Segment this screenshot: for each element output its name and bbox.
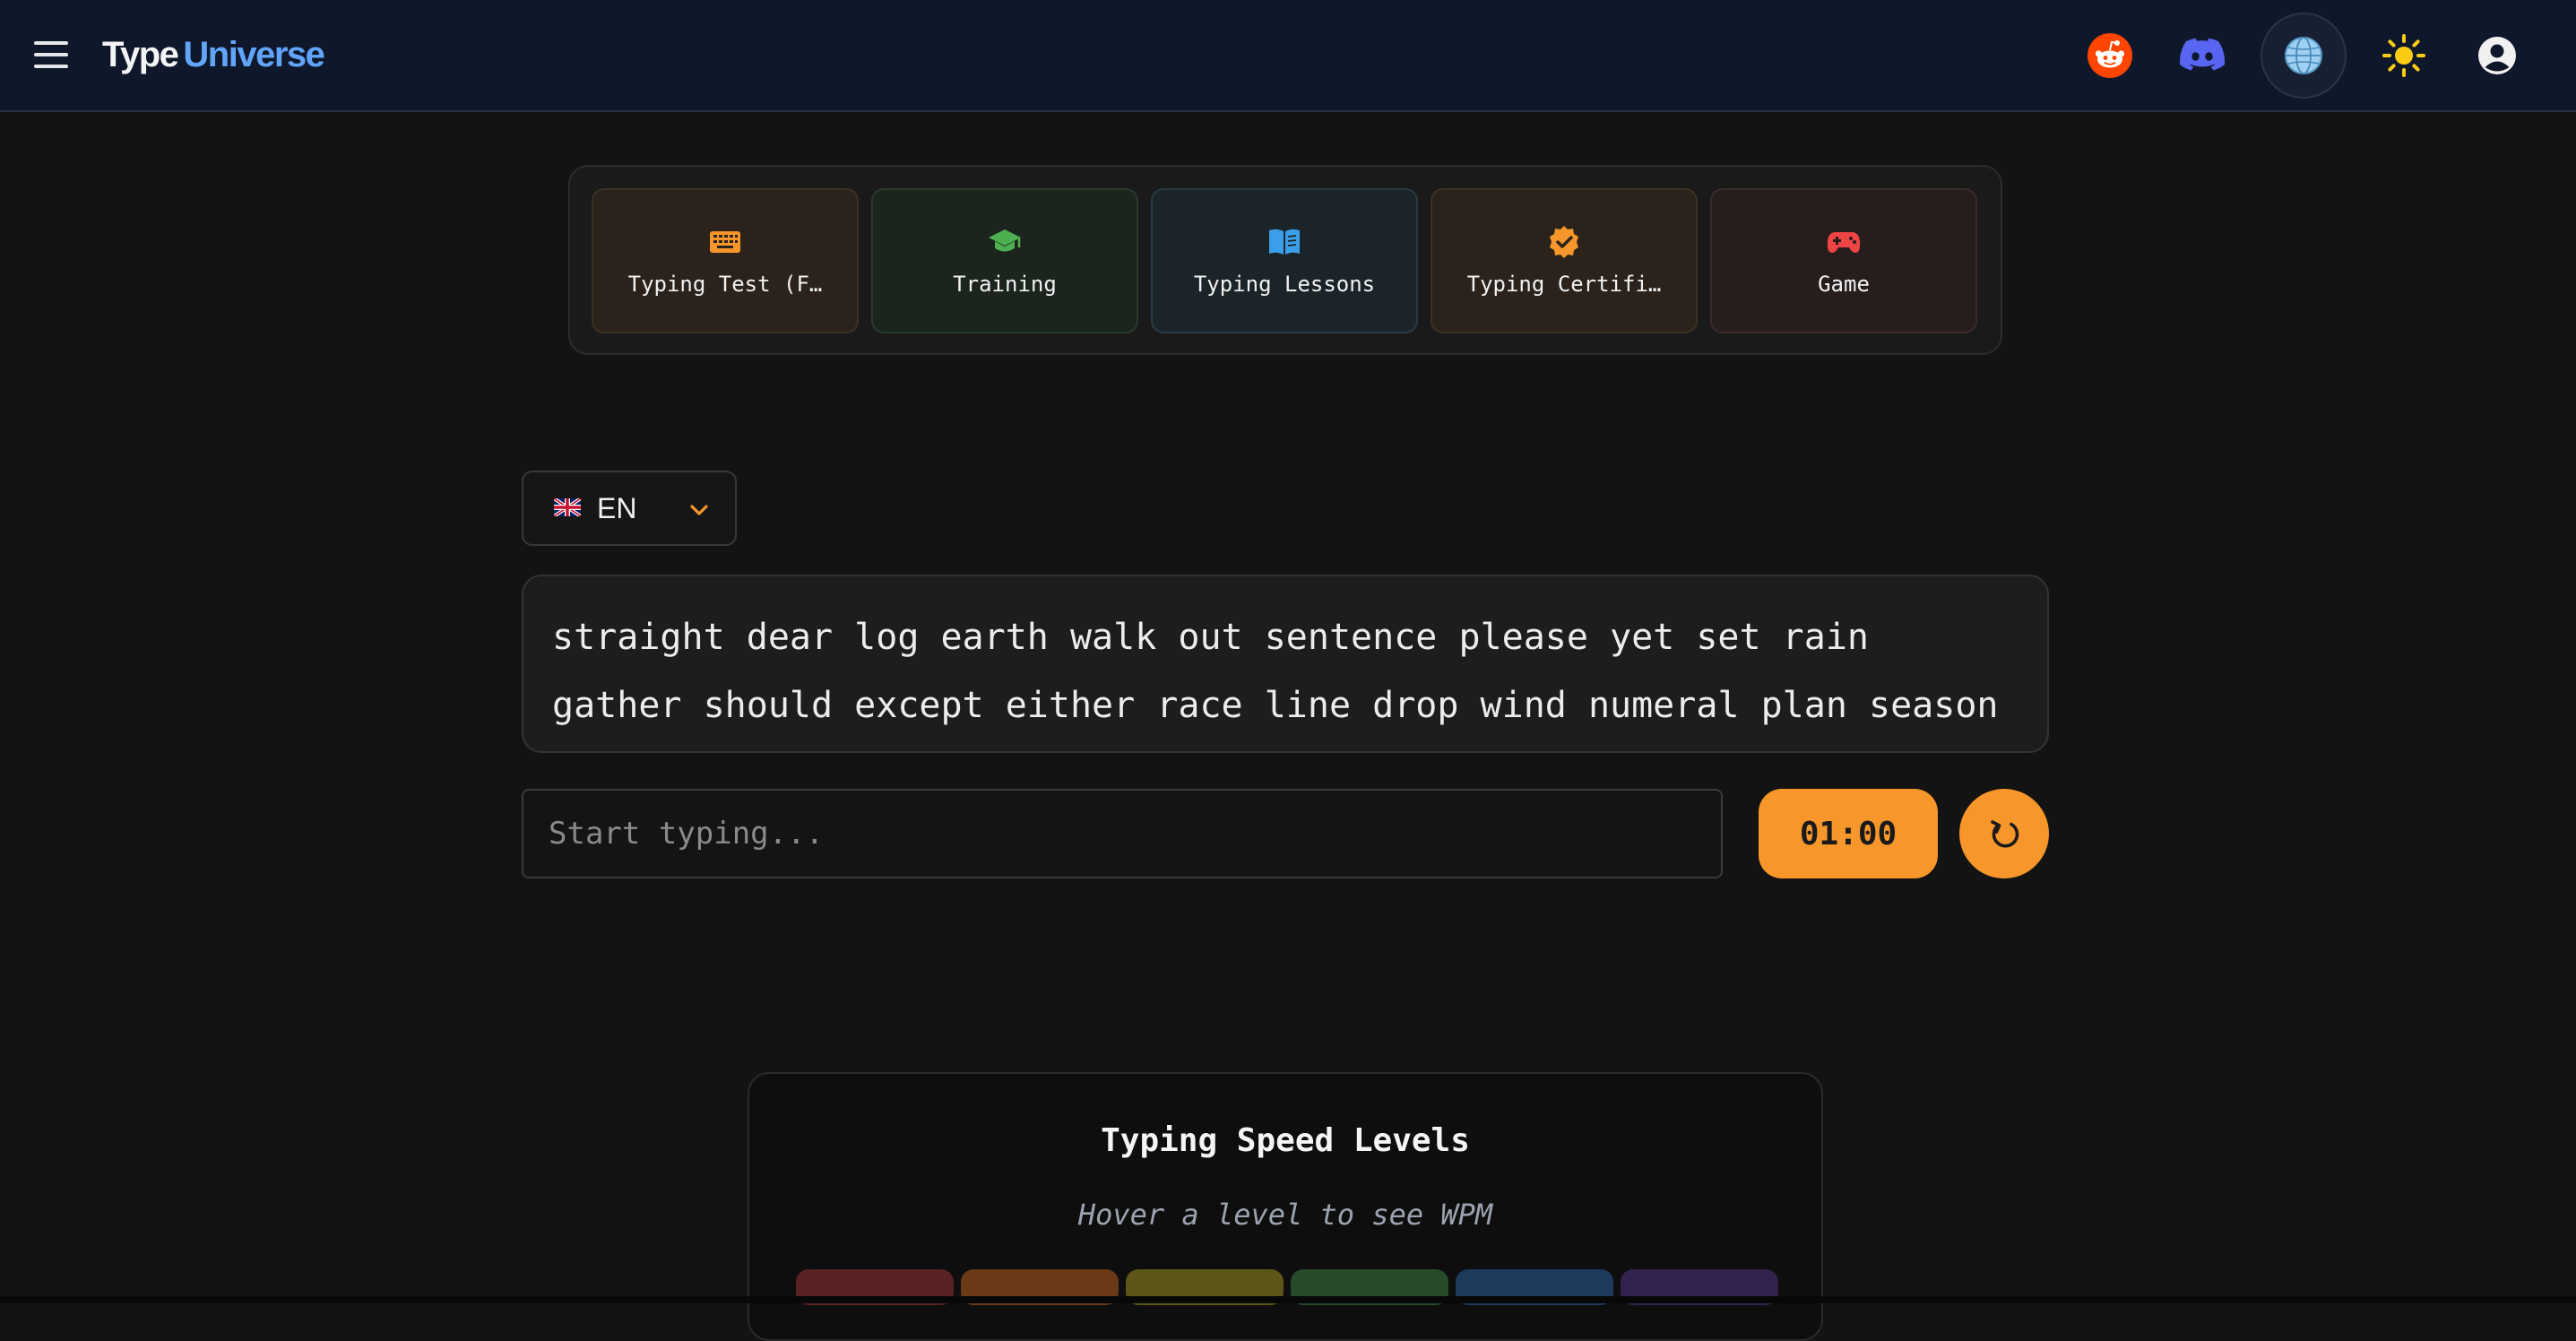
tab-typing-certificate[interactable]: Typing Certifi… <box>1431 188 1698 333</box>
language-globe-button[interactable] <box>2260 13 2347 99</box>
speed-levels-hint: Hover a level to see WPM <box>1077 1198 1493 1232</box>
theme-toggle-button[interactable] <box>2375 27 2433 84</box>
graduation-cap-icon <box>988 225 1022 259</box>
reddit-icon <box>2088 33 2132 78</box>
chevron-down-icon <box>690 505 708 515</box>
tab-label: Game <box>1818 272 1870 297</box>
globe-icon <box>2285 37 2322 74</box>
user-icon <box>2478 37 2516 74</box>
restart-icon <box>1991 820 2019 848</box>
speed-levels-title: Typing Speed Levels <box>1101 1122 1470 1159</box>
words-display: straight dear log earth walk out sentenc… <box>522 575 2049 753</box>
account-button[interactable] <box>2468 27 2526 84</box>
gamepad-icon <box>1827 225 1861 259</box>
sun-icon <box>2382 34 2425 77</box>
logo-text-type: Type <box>102 35 179 74</box>
words-line-1: straight dear log earth walk out sentenc… <box>552 617 1870 658</box>
menu-icon[interactable] <box>34 41 68 68</box>
tab-typing-test[interactable]: Typing Test (F… <box>592 188 859 333</box>
tab-training[interactable]: Training <box>871 188 1138 333</box>
bottom-edge <box>0 1296 2576 1303</box>
discord-icon <box>2180 38 2226 71</box>
language-code: EN <box>597 492 637 524</box>
keyboard-icon <box>708 225 742 259</box>
tab-label: Typing Test (F… <box>627 272 823 297</box>
book-icon <box>1267 225 1301 259</box>
site-logo[interactable]: Type Universe <box>102 32 325 77</box>
restart-button[interactable] <box>1959 789 2049 878</box>
tab-game[interactable]: Game <box>1710 188 1977 333</box>
language-select[interactable]: EN <box>522 471 737 546</box>
logo-text-universe: Universe <box>183 35 324 74</box>
certificate-icon <box>1547 225 1581 259</box>
mode-tabs-panel: Typing Test (F… Training Typing Lessons … <box>568 165 2002 355</box>
typing-input[interactable] <box>522 789 1723 878</box>
timer-display: 01:00 <box>1759 789 1938 878</box>
tab-label: Typing Certifi… <box>1466 272 1662 297</box>
uk-flag-icon <box>554 498 581 516</box>
words-line-2: gather should except either race line dr… <box>552 685 1999 726</box>
tab-label: Training <box>953 272 1057 297</box>
tab-typing-lessons[interactable]: Typing Lessons <box>1151 188 1418 333</box>
top-navbar: Type Universe <box>0 0 2576 112</box>
reddit-button[interactable] <box>2081 27 2139 84</box>
discord-button[interactable] <box>2174 27 2232 84</box>
tab-label: Typing Lessons <box>1193 272 1376 297</box>
